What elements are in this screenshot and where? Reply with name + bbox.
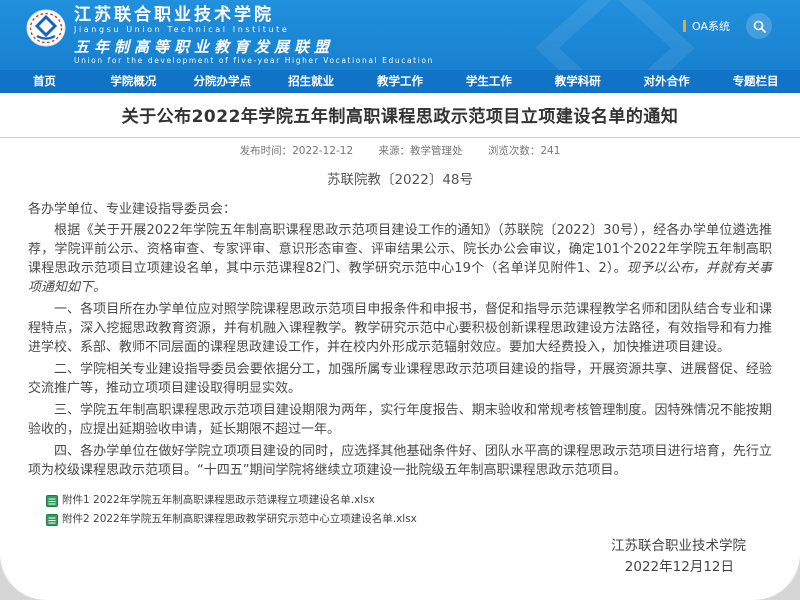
article-meta: 发布时间：2022-12-12 来源：教学管理处 浏览次数：241 — [28, 144, 772, 158]
brand[interactable]: 江苏联合职业技术学院 Jiangsu Union Technical Insti… — [26, 6, 434, 65]
nav-item-student-affairs[interactable]: 学生工作 — [444, 70, 533, 93]
attachments: 附件1 2022年学院五年制高职课程思政示范课程立项建设名单.xlsx 附件2 … — [28, 494, 772, 526]
union-name-cn: 五年制高等职业教育发展联盟 — [74, 38, 434, 56]
salutation: 各办学单位、专业建设指导委员会： — [28, 200, 772, 219]
org-name-en: Jiangsu Union Technical Institute — [74, 25, 434, 34]
signature-org: 江苏联合职业技术学院 — [611, 536, 746, 557]
signature-block: 江苏联合职业技术学院 2022年12月12日 — [28, 536, 772, 578]
page-title: 关于公布2022年学院五年制高职课程思政示范项目立项建设名单的通知 — [28, 106, 772, 128]
main-nav: 首页 学院概况 分院办学点 招生就业 教学工作 学生工作 教学科研 对外合作 专… — [0, 70, 800, 93]
excel-file-icon — [46, 495, 58, 507]
nav-item-admissions[interactable]: 招生就业 — [267, 70, 356, 93]
source-value: 教学管理处 — [410, 145, 463, 157]
oa-marker-bar — [683, 20, 686, 32]
nav-item-special-topics[interactable]: 专题栏目 — [711, 70, 800, 93]
article: 关于公布2022年学院五年制高职课程思政示范项目立项建设名单的通知 发布时间：2… — [0, 93, 800, 578]
paragraph-item-4: 四、各办学单位在做好学院立项项目建设的同时，应选择其他基础条件好、团队水平高的课… — [28, 442, 772, 480]
nav-item-overview[interactable]: 学院概况 — [89, 70, 178, 93]
oa-system-link[interactable]: OA系统 — [692, 18, 730, 34]
page: 江苏联合职业技术学院 Jiangsu Union Technical Insti… — [0, 0, 800, 600]
nav-item-teaching[interactable]: 教学工作 — [356, 70, 445, 93]
views-value: 241 — [540, 145, 560, 157]
nav-item-cooperation[interactable]: 对外合作 — [622, 70, 711, 93]
attachment-link-2[interactable]: 附件2 2022年学院五年制高职课程思政教学研究示范中心立项建设名单.xlsx — [46, 513, 772, 526]
paragraph-item-1: 一、各项目所在办学单位应对照学院课程思政示范项目申报条件和申报书，督促和指导示范… — [28, 300, 772, 357]
attachment-label: 附件1 2022年学院五年制高职课程思政示范课程立项建设名单.xlsx — [62, 494, 375, 507]
org-name-cn: 江苏联合职业技术学院 — [74, 6, 434, 25]
institute-logo — [26, 9, 66, 47]
union-name-en: Union for the development of five-year H… — [74, 56, 434, 65]
publish-time-label: 发布时间： — [240, 145, 293, 157]
nav-item-home[interactable]: 首页 — [0, 70, 89, 93]
attachment-label: 附件2 2022年学院五年制高职课程思政教学研究示范中心立项建设名单.xlsx — [62, 513, 417, 526]
site-header: 江苏联合职业技术学院 Jiangsu Union Technical Insti… — [0, 0, 800, 70]
paragraph-item-3: 三、学院五年制高职课程思政示范项目建设期限为两年，实行年度报告、期末验收和常规考… — [28, 401, 772, 439]
views-label: 浏览次数： — [488, 145, 541, 157]
nav-item-branch-campuses[interactable]: 分院办学点 — [178, 70, 267, 93]
publish-time-value: 2022-12-12 — [292, 145, 353, 157]
paragraph-item-2: 二、学院相关专业建设指导委员会要依据分工，加强所属专业课程思政示范项目建设的指导… — [28, 360, 772, 398]
source-label: 来源： — [378, 145, 410, 157]
doc-number: 苏联院教〔2022〕48号 — [28, 171, 772, 189]
search-button[interactable] — [746, 13, 772, 39]
attachment-link-1[interactable]: 附件1 2022年学院五年制高职课程思政示范课程立项建设名单.xlsx — [46, 494, 772, 507]
title-divider — [0, 137, 800, 138]
header-actions: OA系统 — [683, 13, 772, 39]
paragraph-intro: 根据《关于开展2022年学院五年制高职课程思政示范项目建设工作的通知》（苏联院〔… — [28, 221, 772, 297]
brand-text: 江苏联合职业技术学院 Jiangsu Union Technical Insti… — [74, 6, 434, 65]
search-icon — [753, 20, 766, 33]
excel-file-icon — [46, 514, 58, 526]
signature-date: 2022年12月12日 — [625, 557, 734, 578]
nav-item-research[interactable]: 教学科研 — [533, 70, 622, 93]
